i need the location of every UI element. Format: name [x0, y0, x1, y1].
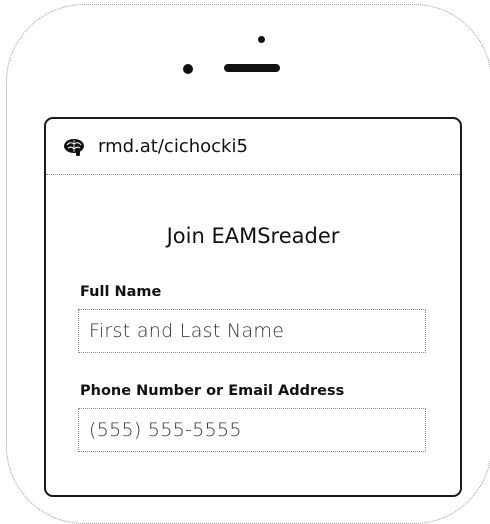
front-camera: [258, 36, 265, 43]
url-text[interactable]: rmd.at/cichocki5: [98, 136, 248, 157]
form-title: Join EAMSreader: [166, 224, 340, 248]
full-name-label: Full Name: [80, 284, 162, 300]
address-bar[interactable]: rmd.at/cichocki5: [46, 119, 460, 175]
phone-screen: rmd.at/cichocki5 Join EAMSreader Full Na…: [44, 117, 462, 497]
proximity-sensor: [183, 64, 193, 74]
contact-input[interactable]: (555) 555-5555: [78, 408, 426, 452]
full-name-placeholder: First and Last Name: [89, 320, 285, 342]
contact-placeholder: (555) 555-5555: [89, 419, 242, 441]
brain-icon: [64, 138, 84, 156]
contact-label: Phone Number or Email Address: [80, 383, 345, 399]
full-name-input[interactable]: First and Last Name: [78, 309, 426, 353]
earpiece-speaker: [224, 64, 280, 72]
